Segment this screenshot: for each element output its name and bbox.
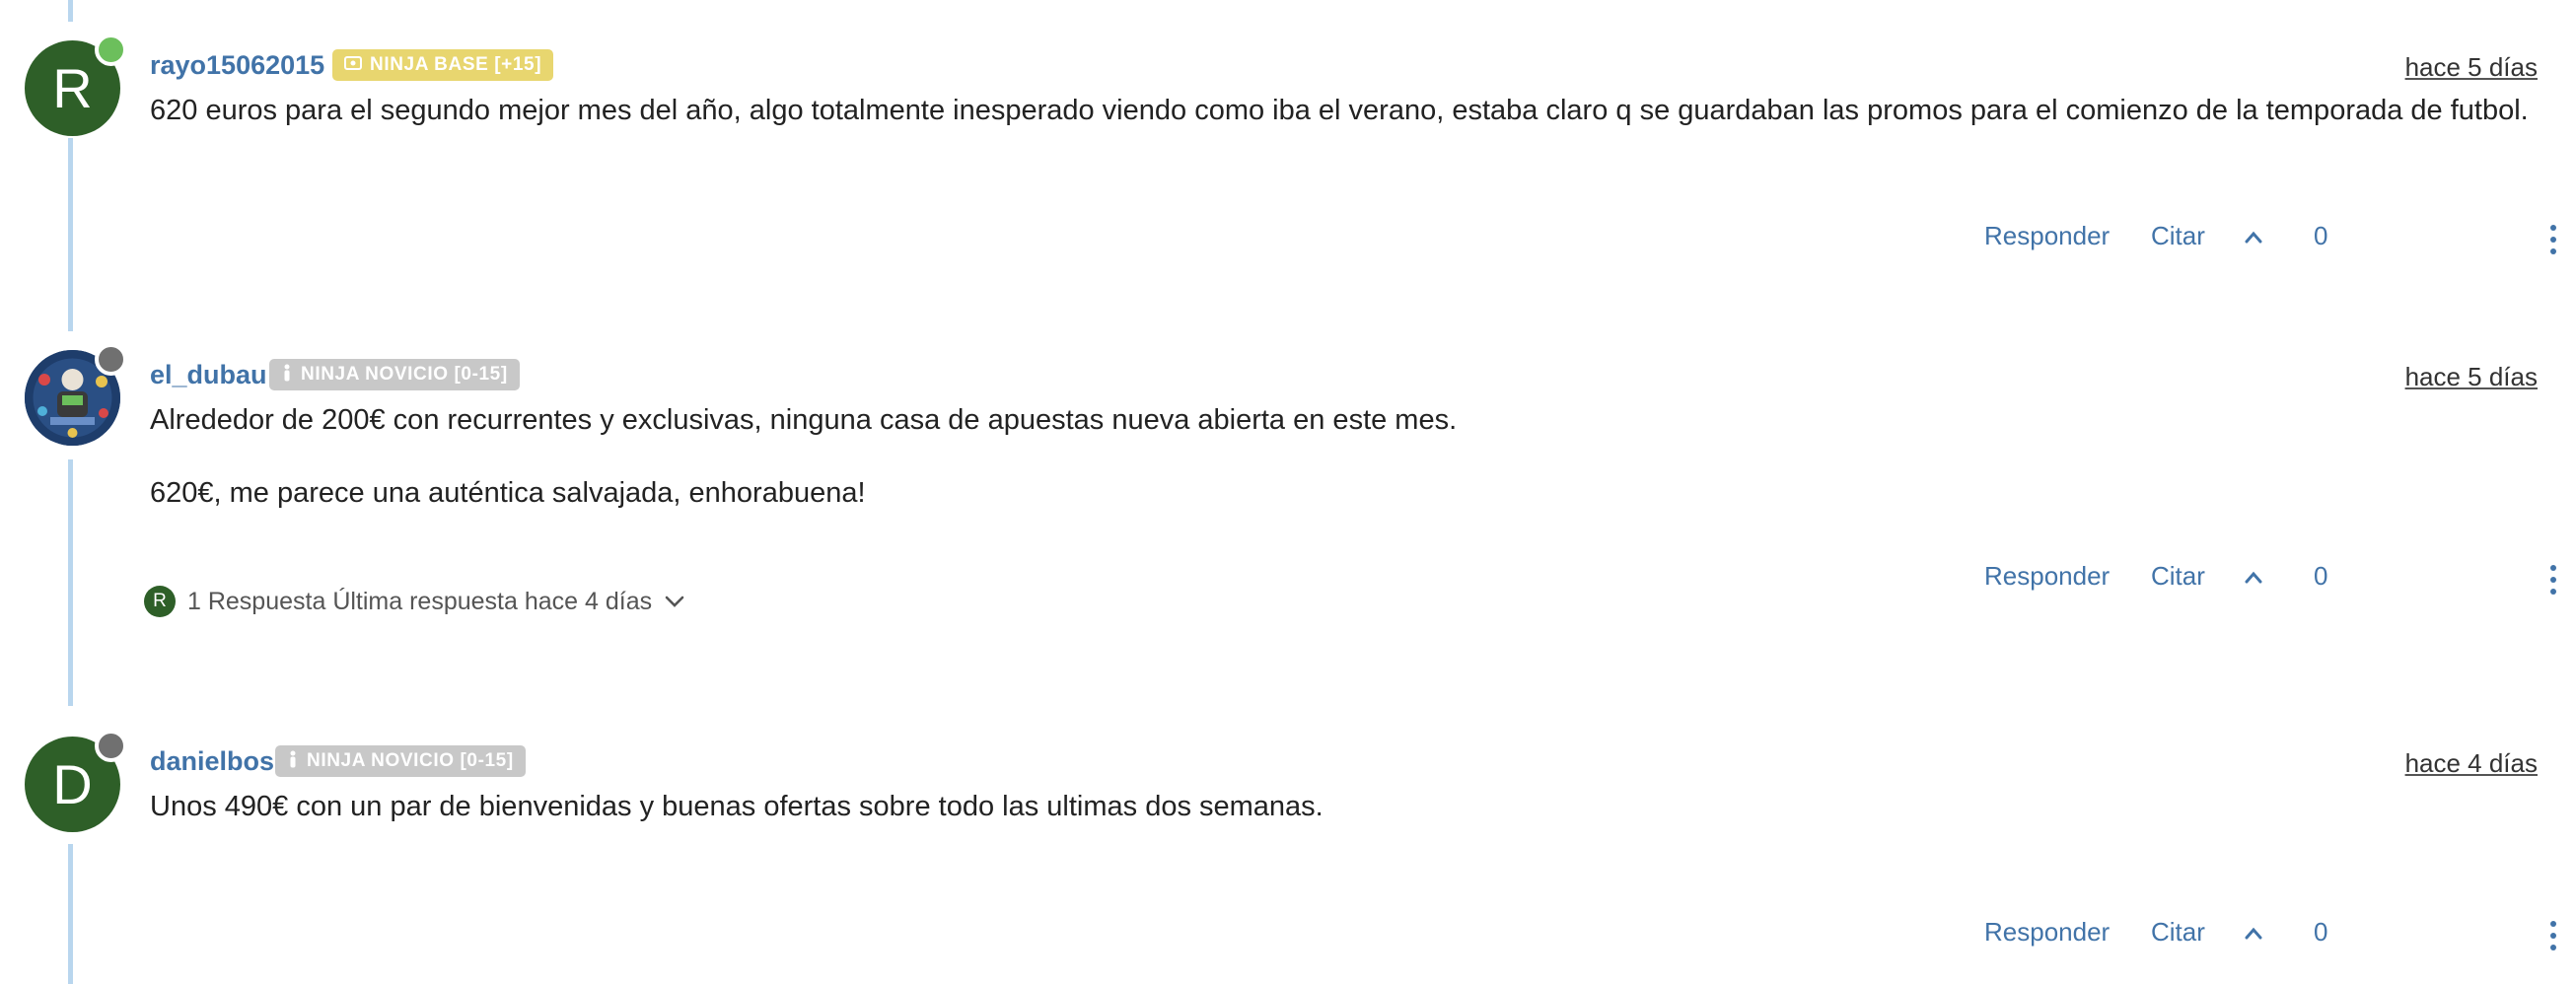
post-timestamp[interactable]: hace 4 días [2405,748,2538,779]
more-options-icon[interactable] [2549,921,2557,950]
post-actions: Responder Citar 0 [1984,221,2576,260]
upvote-icon[interactable] [2245,229,2262,246]
chevron-down-icon [665,596,684,607]
vote-count: 0 [2314,221,2328,250]
rank-badge: NINJA NOVICIO [0-15] [275,745,526,777]
post-actions: Responder Citar 0 [1984,917,2576,956]
upvote-icon[interactable] [2245,569,2262,587]
quote-button[interactable]: Citar [2151,917,2205,948]
reply-button[interactable]: Responder [1984,221,2110,251]
person-icon [287,750,299,773]
quote-button[interactable]: Citar [2151,221,2205,251]
offline-status-indicator [95,730,127,762]
replies-summary-text: 1 Respuesta Última respuesta hace 4 días [187,587,653,615]
rank-badge: NINJA NOVICIO [0-15] [269,359,520,390]
more-options-icon[interactable] [2549,565,2557,595]
comment-thread: R rayo15062015 NINJA BASE [+15] hace 5 d… [0,0,2576,984]
ticket-icon [344,55,362,75]
post-timestamp[interactable]: hace 5 días [2405,362,2538,392]
thread-line [68,844,73,984]
post-body-text: 620 euros para el segundo mejor mes del … [150,95,2529,126]
online-status-indicator [95,34,127,66]
offline-status-indicator [95,343,127,376]
thread-line [68,138,73,331]
username-link[interactable]: el_dubau [150,360,267,390]
upvote-icon[interactable] [2245,925,2262,943]
post-body-text: Alrededor de 200€ con recurrentes y excl… [150,404,1458,436]
post-timestamp[interactable]: hace 5 días [2405,52,2538,83]
rank-badge-label: NINJA BASE [+15] [370,54,542,75]
reply-button[interactable]: Responder [1984,917,2110,948]
post-body-text: Unos 490€ con un par de bienvenidas y bu… [150,791,1324,822]
thread-line [68,0,73,22]
person-icon [281,364,293,387]
rank-badge-label: NINJA NOVICIO [0-15] [301,364,508,385]
username-link[interactable]: danielbos [150,746,274,777]
post-body-text: 620€, me parece una auténtica salvajada,… [150,477,866,509]
vote-count: 0 [2314,917,2328,947]
avatar-letter: D [52,752,93,815]
avatar-letter: R [52,56,93,119]
post-actions: Responder Citar 0 [1984,561,2576,600]
username-link[interactable]: rayo15062015 [150,50,324,81]
quote-button[interactable]: Citar [2151,561,2205,592]
vote-count: 0 [2314,561,2328,591]
reply-author-avatar: R [144,586,176,617]
rank-badge: NINJA BASE [+15] [332,49,554,81]
thread-line [68,459,73,706]
replies-summary-toggle[interactable]: R 1 Respuesta Última respuesta hace 4 dí… [144,586,685,617]
rank-badge-label: NINJA NOVICIO [0-15] [307,750,514,771]
reply-button[interactable]: Responder [1984,561,2110,592]
more-options-icon[interactable] [2549,225,2557,254]
